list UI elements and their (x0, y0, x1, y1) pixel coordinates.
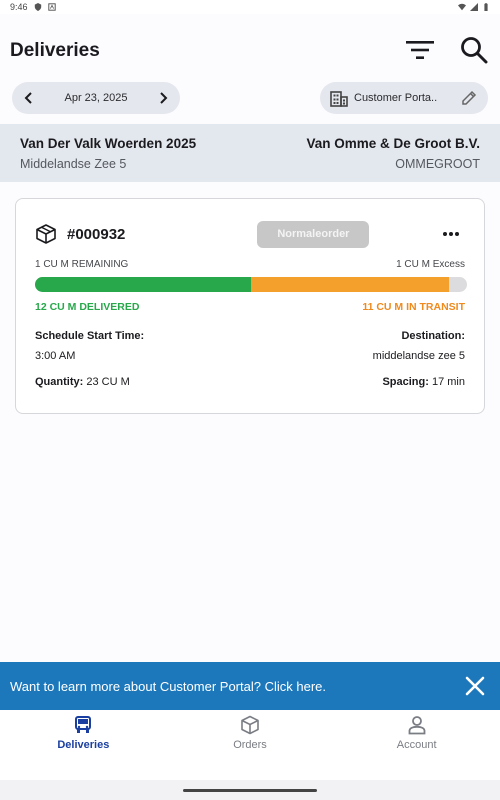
shield-icon (34, 3, 41, 11)
person-icon (408, 716, 426, 735)
destination-label: Destination: (401, 330, 465, 342)
edit-pencil-icon[interactable] (460, 89, 478, 107)
box-icon (36, 224, 56, 244)
order-type-badge: Normaleorder (257, 220, 370, 248)
more-horizontal-icon (443, 232, 459, 236)
page-title: Deliveries (10, 40, 100, 61)
in-transit-status: 11 CU M IN TRANSIT (362, 301, 465, 313)
nav-label-account: Account (396, 739, 437, 751)
gesture-area (0, 780, 500, 800)
schedule-label: Schedule Start Time: (35, 330, 145, 342)
destination-value: middelandse zee 5 (372, 350, 465, 362)
nav-item-deliveries[interactable]: Deliveries (0, 710, 167, 780)
spacing-value: 17 min (431, 376, 465, 388)
wifi-icon (458, 3, 466, 11)
search-button[interactable] (458, 34, 490, 66)
promo-link[interactable]: Want to learn more about Customer Portal… (10, 679, 326, 694)
chevron-left-icon (24, 92, 32, 104)
next-date-button[interactable] (154, 89, 172, 107)
nav-item-orders[interactable]: Orders (167, 710, 334, 780)
project-header: Van Der Valk Woerden 2025 Van Omme & De … (0, 124, 500, 182)
quantity-value: 23 CU M (86, 376, 130, 388)
company-name: Van Omme & De Groot B.V. (306, 136, 480, 151)
quantity-line: Quantity: 23 CU M (35, 376, 144, 388)
bottom-nav: Deliveries Orders Account (0, 710, 500, 780)
order-number: #000932 (67, 225, 126, 243)
filter-button[interactable] (404, 34, 436, 66)
controls-row: Apr 23, 2025 Customer Porta.. (0, 80, 500, 116)
signal-icon (470, 3, 478, 11)
search-icon (461, 37, 488, 64)
nav-label-deliveries: Deliveries (57, 739, 110, 751)
selected-date[interactable]: Apr 23, 2025 (65, 92, 128, 104)
app-header: Deliveries (0, 14, 500, 80)
customer-portal-selector[interactable]: Customer Porta.. (320, 82, 488, 114)
filter-icon (406, 41, 434, 59)
close-icon (465, 676, 485, 696)
progress-in-transit-segment (251, 277, 449, 292)
building-icon (330, 91, 348, 107)
spacing-line: Spacing: 17 min (382, 376, 465, 388)
remaining-quantity: 1 CU M REMAINING (35, 259, 129, 270)
gesture-handle[interactable] (183, 789, 317, 792)
excess-quantity: 1 CU M Excess (396, 259, 465, 270)
nav-label-orders: Orders (233, 739, 267, 751)
previous-date-button[interactable] (20, 89, 38, 107)
quantity-label: Quantity: (35, 376, 84, 388)
truck-icon (75, 716, 92, 733)
project-address: Middelandse Zee 5 (20, 157, 127, 171)
chevron-right-icon (160, 92, 168, 104)
progress-delivered-segment (35, 277, 251, 292)
delivery-progress-bar (35, 277, 467, 292)
spacing-label: Spacing: (382, 376, 429, 388)
battery-icon (484, 3, 488, 11)
notification-icon (47, 3, 56, 11)
promo-banner: Want to learn more about Customer Portal… (0, 662, 500, 710)
project-name: Van Der Valk Woerden 2025 (20, 136, 197, 151)
delivered-status: 12 CU M DELIVERED (35, 301, 140, 313)
company-code: OMMEGROOT (395, 157, 480, 171)
delivery-card[interactable]: #000932 Normaleorder 1 CU M REMAINING 1 … (15, 198, 485, 414)
nav-item-account[interactable]: Account (333, 710, 500, 780)
more-options-button[interactable] (437, 220, 465, 248)
schedule-value: 3:00 AM (35, 350, 76, 362)
status-bar: 9:46 (0, 0, 500, 14)
box-icon (241, 715, 259, 735)
status-time: 9:46 (10, 2, 28, 12)
date-selector: Apr 23, 2025 (12, 82, 180, 114)
close-banner-button[interactable] (460, 671, 490, 701)
customer-portal-label: Customer Porta.. (354, 92, 438, 104)
